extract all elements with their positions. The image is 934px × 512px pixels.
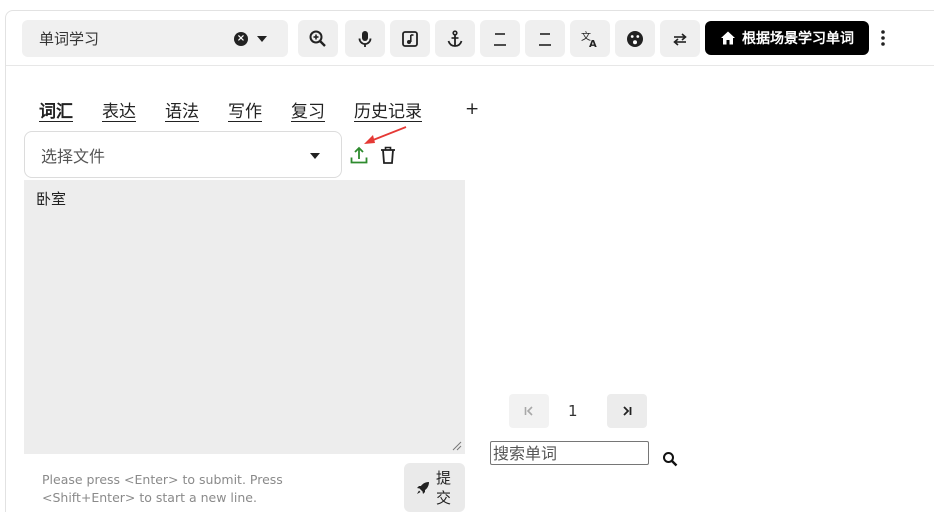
mode-select[interactable]: 单词学习 ×	[22, 20, 288, 57]
file-select-placeholder: 选择文件	[41, 146, 106, 166]
rocket-icon	[417, 481, 429, 494]
anchor-button[interactable]	[435, 20, 475, 57]
emoji-icon	[627, 30, 643, 47]
add-tab-button[interactable]: +	[465, 99, 479, 119]
learn-by-scene-label: 根据场景学习单词	[742, 31, 854, 47]
tab-grammar[interactable]: 语法	[165, 97, 199, 122]
file-select[interactable]: 选择文件	[24, 131, 342, 178]
first-page-button[interactable]	[509, 394, 549, 428]
last-page-icon	[623, 406, 632, 416]
anchor-icon	[447, 29, 463, 47]
home-icon	[721, 31, 735, 45]
word-input-area[interactable]: 卧室	[24, 180, 465, 454]
last-page-button[interactable]	[607, 394, 647, 428]
translate-icon: 文A	[581, 30, 597, 49]
tab-writing[interactable]: 写作	[228, 97, 262, 122]
submit-label: 提交	[436, 468, 452, 507]
swap-icon	[673, 32, 687, 46]
music-note-icon	[402, 30, 418, 47]
zoom-in-icon	[309, 30, 326, 47]
microphone-icon	[358, 30, 372, 47]
chevron-down-icon[interactable]	[257, 36, 267, 42]
tab-bar: 词汇 表达 语法 写作 复习 历史记录	[39, 97, 451, 122]
split-button-b[interactable]	[525, 20, 565, 57]
tab-review[interactable]: 复习	[291, 97, 325, 122]
upload-icon[interactable]	[349, 145, 369, 165]
mode-select-value: 单词学习	[39, 30, 100, 48]
emoji-button[interactable]	[615, 20, 655, 57]
lines-icon	[494, 32, 506, 46]
translate-button[interactable]: 文A	[570, 20, 610, 57]
tab-vocabulary[interactable]: 词汇	[39, 97, 73, 122]
audio-button[interactable]	[390, 20, 430, 57]
more-options-icon[interactable]	[878, 28, 888, 48]
submit-button[interactable]: 提交	[404, 463, 465, 512]
zoom-button[interactable]	[298, 20, 338, 57]
clear-icon[interactable]: ×	[234, 32, 248, 46]
split-button-a[interactable]	[480, 20, 520, 57]
first-page-icon	[524, 406, 533, 416]
lines-icon	[539, 32, 551, 46]
input-hint: Please press <Enter> to submit. Press <S…	[42, 472, 283, 505]
search-icon[interactable]	[662, 451, 678, 467]
swap-button[interactable]	[660, 20, 700, 57]
voice-button[interactable]	[345, 20, 385, 57]
current-page-number[interactable]: 1	[568, 402, 578, 420]
tab-history[interactable]: 历史记录	[354, 97, 422, 122]
search-word-input[interactable]	[490, 441, 649, 465]
chevron-down-icon[interactable]	[310, 153, 320, 159]
toolbar-divider	[6, 65, 934, 66]
learn-by-scene-button[interactable]: 根据场景学习单词	[705, 21, 869, 55]
tab-expression[interactable]: 表达	[102, 97, 136, 122]
delete-icon[interactable]	[378, 145, 398, 165]
svg-text:A: A	[589, 39, 597, 49]
word-input-text: 卧室	[36, 190, 67, 208]
resize-handle-icon[interactable]	[452, 441, 462, 451]
